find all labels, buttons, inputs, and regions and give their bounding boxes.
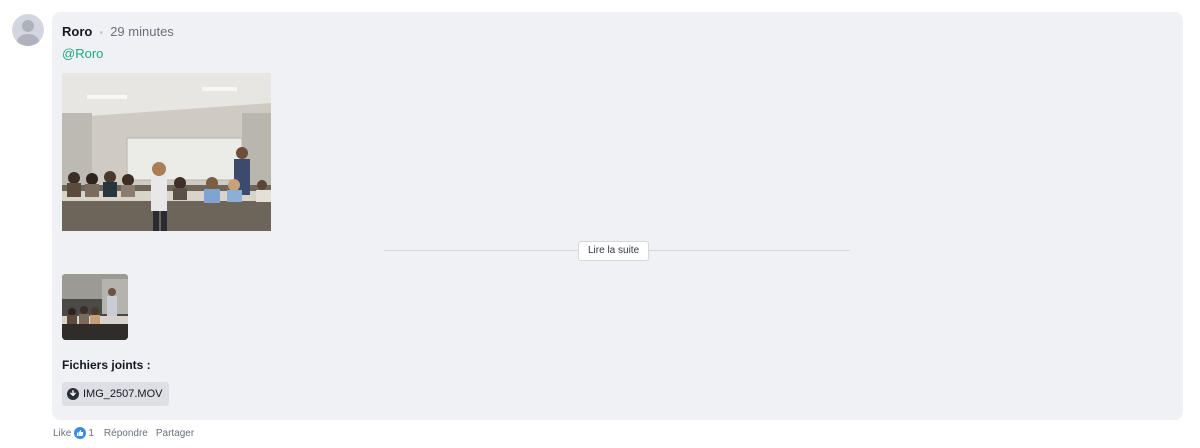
like-count: 1 [88, 427, 94, 439]
user-placeholder-icon [17, 20, 39, 46]
post-actions: Like 1 Répondre Partager [53, 427, 194, 439]
thumbs-up-icon[interactable] [74, 427, 87, 439]
read-more-divider: Lire la suite [384, 241, 850, 261]
video-thumbnail[interactable] [62, 274, 128, 340]
post-time[interactable]: 29 minutes [110, 24, 174, 39]
post-photo[interactable] [62, 73, 271, 231]
attachment-file-name: IMG_2507.MOV [83, 388, 163, 400]
share-button[interactable]: Partager [156, 428, 194, 439]
classroom-thumbnail [62, 274, 128, 340]
reply-button[interactable]: Répondre [104, 428, 148, 439]
read-more-button[interactable]: Lire la suite [578, 241, 650, 261]
attachment-file[interactable]: IMG_2507.MOV [62, 382, 170, 406]
separator-dot: • [99, 27, 104, 39]
download-icon [67, 388, 79, 400]
like-button[interactable]: Like [53, 428, 71, 439]
attachments-title: Fichiers joints : [62, 358, 151, 372]
user-avatar[interactable] [12, 14, 44, 46]
author-name[interactable]: Roro [62, 24, 92, 39]
post-header: Roro • 29 minutes [62, 24, 174, 41]
post-card: Roro • 29 minutes @Roro Lire la suite Fi… [52, 12, 1183, 420]
user-mention[interactable]: @Roro [62, 46, 103, 62]
classroom-photo [62, 73, 271, 231]
